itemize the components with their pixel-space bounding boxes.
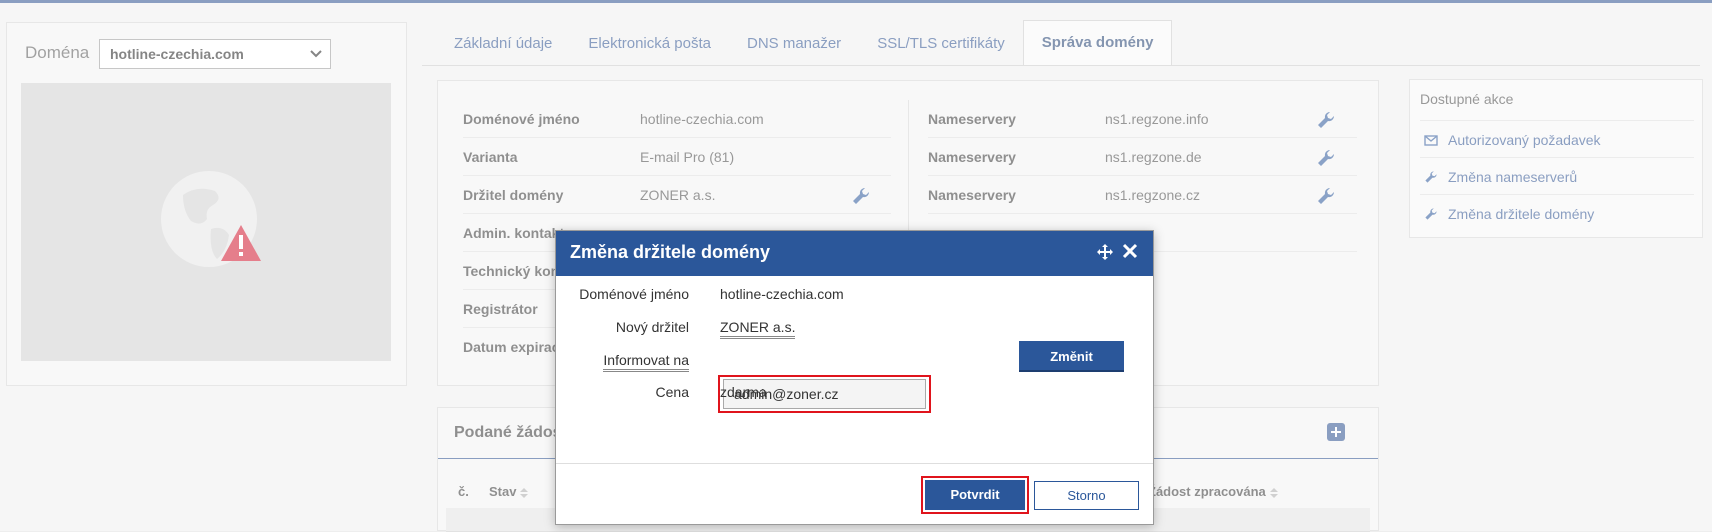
price-value: zdarma: [720, 384, 767, 400]
close-icon[interactable]: [1122, 243, 1138, 259]
notify-label: Informovat na: [603, 352, 689, 372]
new-holder-value[interactable]: ZONER a.s.: [720, 319, 796, 339]
dialog-title: Změna držitele domény: [570, 242, 771, 262]
dialog-footer-divider: [556, 463, 1153, 464]
domain-name-label: Doménové jméno: [579, 286, 689, 302]
change-holder-dialog: Změna držitele domény Doménové jméno hot…: [555, 230, 1154, 525]
dialog-header[interactable]: Změna držitele domény: [556, 231, 1153, 276]
cancel-button[interactable]: Storno: [1034, 481, 1139, 510]
price-label: Cena: [655, 384, 689, 400]
change-holder-button[interactable]: Změnit: [1019, 341, 1124, 372]
confirm-button[interactable]: Potvrdit: [925, 480, 1025, 510]
new-holder-label: Nový držitel: [615, 319, 689, 335]
move-icon[interactable]: [1096, 243, 1114, 261]
domain-name-value: hotline-czechia.com: [720, 286, 844, 302]
